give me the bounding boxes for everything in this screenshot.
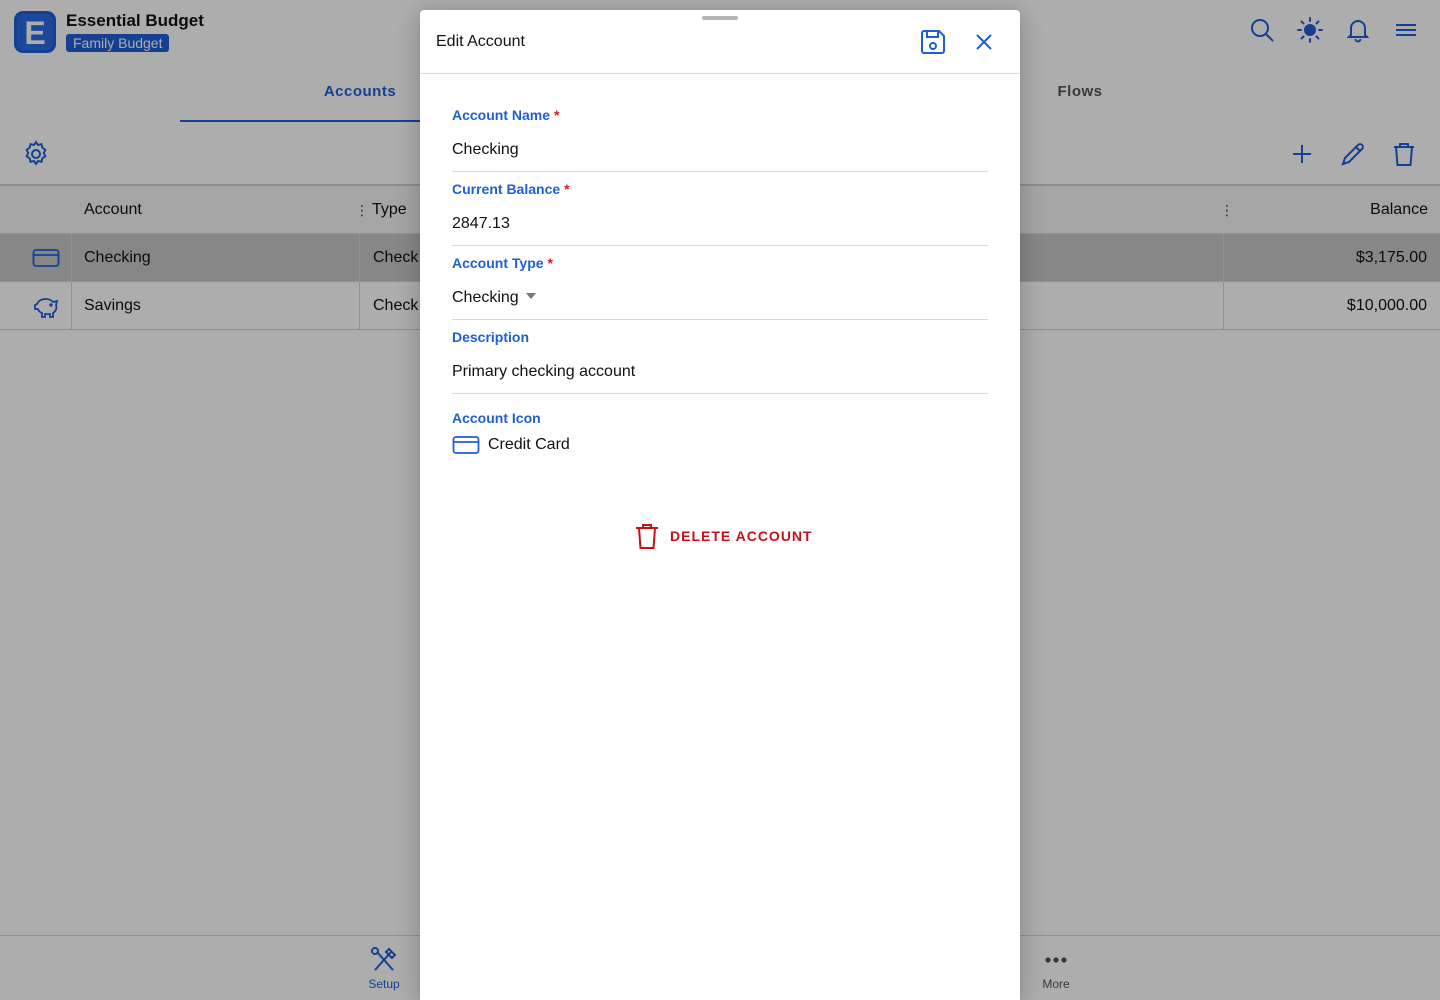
close-button[interactable] (969, 27, 999, 57)
save-disk-icon (921, 30, 945, 54)
account-icon-value: Credit Card (488, 436, 570, 453)
current-balance-label: Current Balance * (452, 181, 570, 197)
account-icon-selector[interactable]: Credit Card (452, 435, 570, 455)
current-balance-field[interactable]: Current Balance * 2847.13 (452, 172, 988, 246)
delete-account-button[interactable]: DELETE ACCOUNT (634, 520, 813, 552)
required-mark: * (547, 255, 553, 271)
dialog-title: Edit Account (436, 33, 525, 50)
account-type-select[interactable]: Checking (452, 289, 536, 307)
trash-icon (636, 524, 658, 549)
description-label: Description (452, 329, 530, 345)
account-type-field[interactable]: Account Type * Checking (452, 246, 988, 320)
account-type-value: Checking (452, 289, 519, 306)
account-name-input[interactable]: Checking (452, 141, 519, 159)
dropdown-caret-icon (525, 292, 536, 299)
drag-handle[interactable] (702, 16, 738, 20)
dialog-header: Edit Account (420, 10, 1020, 74)
credit-card-icon (452, 436, 480, 454)
account-name-label: Account Name * (452, 107, 560, 123)
description-input[interactable]: Primary checking account (452, 363, 635, 381)
account-icon-field: Account Icon Credit Card (452, 402, 988, 472)
required-mark: * (564, 181, 570, 197)
description-field[interactable]: Description Primary checking account (452, 320, 988, 394)
close-icon (976, 34, 992, 50)
required-mark: * (554, 107, 560, 123)
delete-account-label: DELETE ACCOUNT (670, 528, 813, 544)
save-button[interactable] (918, 27, 948, 57)
current-balance-input[interactable]: 2847.13 (452, 215, 510, 233)
account-name-field[interactable]: Account Name * Checking (452, 98, 988, 172)
account-icon-label: Account Icon (452, 410, 541, 426)
account-type-label: Account Type * (452, 255, 553, 271)
edit-account-dialog: Edit Account Account Name * Checking Curr… (420, 10, 1020, 1000)
